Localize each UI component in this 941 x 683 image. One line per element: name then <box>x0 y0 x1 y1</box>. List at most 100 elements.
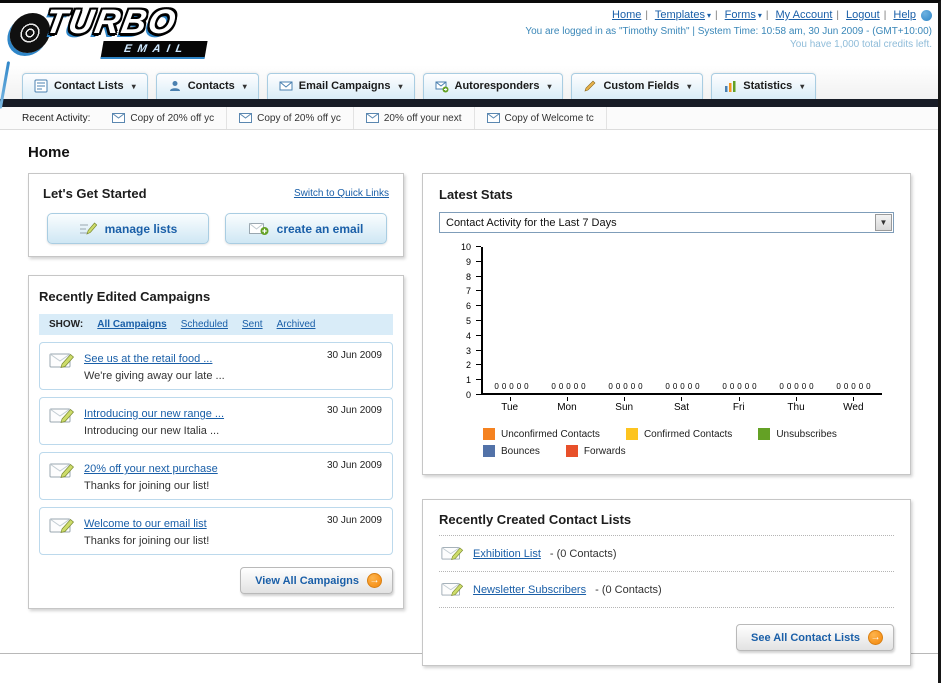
legend-item: Confirmed Contacts <box>625 428 732 440</box>
edit-envelope-icon <box>441 580 464 599</box>
envelope-icon <box>112 113 126 123</box>
separator: | <box>714 10 718 21</box>
chart-y-tick-label: 2 <box>465 360 471 371</box>
chart-bar-value: 0 <box>566 382 571 391</box>
tab-statistics[interactable]: Statistics ▾ <box>711 73 817 99</box>
edit-envelope-icon <box>49 350 75 373</box>
chart-bar-value: 0 <box>615 382 621 391</box>
campaign-date: 30 Jun 2009 <box>326 515 382 526</box>
custom-fields-icon <box>585 80 596 92</box>
legend-swatch-unsubscribes <box>758 428 771 440</box>
chart-y-tick-label: 9 <box>465 256 471 267</box>
tab-custom-fields[interactable]: Custom Fields ▾ <box>571 73 704 99</box>
chart-bar-value: 0 <box>695 382 700 391</box>
chart-y-tick-label: 1 <box>465 375 471 386</box>
main-navigation: Contact Lists ▾ Contacts ▾ Email Campaigns… <box>0 65 938 99</box>
chart-bar-value: 0 <box>801 382 807 391</box>
dropdown-arrow-icon: ▾ <box>242 81 247 91</box>
legend-item: Bounces <box>483 445 540 457</box>
campaign-title-link[interactable]: See us at the retail food ... <box>84 353 212 365</box>
recent-activity-item[interactable]: Copy of Welcome tc <box>475 107 607 129</box>
chart-bar-value: 0 <box>638 382 643 391</box>
activity-item-label: Copy of 20% off yc <box>130 112 215 124</box>
contact-lists-icon <box>34 79 48 93</box>
campaign-title-link[interactable]: 20% off your next purchase <box>84 463 218 475</box>
header-link-forms[interactable]: Forms <box>725 9 756 21</box>
contact-list-row: Newsletter Subscribers - (0 Contacts) <box>439 572 894 608</box>
chart-bar-group: 00000 <box>768 247 825 393</box>
chart-bar-value: 0 <box>722 382 727 391</box>
chart-y-axis: 0 1 2 3 4 5 6 7 8 9 10 <box>439 242 481 400</box>
chart-bar-value: 0 <box>729 382 735 391</box>
filter-all-campaigns[interactable]: All Campaigns <box>97 319 166 330</box>
filter-archived[interactable]: Archived <box>277 319 316 330</box>
create-email-button[interactable]: create an email <box>225 213 387 244</box>
tab-contact-lists[interactable]: Contact Lists ▾ <box>22 73 148 99</box>
contact-list-count: - (0 Contacts) <box>595 583 662 596</box>
dropdown-arrow-icon: ▾ <box>398 81 403 91</box>
header-link-logout[interactable]: Logout <box>846 9 880 21</box>
recent-activity-label: Recent Activity: <box>22 112 91 124</box>
legend-item: Forwards <box>565 445 626 457</box>
header-link-templates[interactable]: Templates <box>655 9 705 21</box>
right-column: Latest Stats Contact Activity for the La… <box>422 173 911 666</box>
select-arrow-icon: ▼ <box>875 214 892 231</box>
tab-label: Contacts <box>187 80 235 92</box>
legend-swatch-forwards <box>565 445 578 457</box>
edit-envelope-icon <box>49 405 75 428</box>
tab-label: Custom Fields <box>603 80 680 92</box>
page-title: Home <box>28 144 70 161</box>
filter-sent[interactable]: Sent <box>242 319 263 330</box>
recent-activity-item[interactable]: Copy of 20% off yc <box>100 107 228 129</box>
chart-bar-value: 0 <box>779 382 784 391</box>
header-link-help[interactable]: Help <box>893 9 916 21</box>
edit-envelope-icon <box>49 515 75 538</box>
header-link-home[interactable]: Home <box>612 9 641 21</box>
chart-bar-group: 00000 <box>711 247 768 393</box>
stats-period-select[interactable]: Contact Activity for the Last 7 Days ▼ <box>439 212 894 233</box>
chart-bar-group: 00000 <box>483 247 540 393</box>
tab-email-campaigns[interactable]: Email Campaigns ▾ <box>266 73 415 99</box>
contact-list-row: Exhibition List - (0 Contacts) <box>439 536 894 572</box>
chart-bar-value: 0 <box>672 382 678 391</box>
see-all-contact-lists-button[interactable]: See All Contact Lists → <box>735 624 894 651</box>
chart-bar-group: 00000 <box>597 247 654 393</box>
filter-scheduled[interactable]: Scheduled <box>181 319 228 330</box>
legend-label: Bounces <box>501 445 540 457</box>
header-link-my-account[interactable]: My Account <box>776 9 833 21</box>
campaign-row: 20% off your next purchase Thanks for jo… <box>39 452 393 500</box>
chart-bar-value: 0 <box>665 382 670 391</box>
campaign-title-link[interactable]: Welcome to our email list <box>84 518 207 530</box>
legend-label: Unconfirmed Contacts <box>501 428 600 440</box>
chart-bar-value: 0 <box>630 382 636 391</box>
nav-divider-bar <box>0 99 938 107</box>
contact-list-link[interactable]: Exhibition List <box>473 548 541 560</box>
tab-label: Autoresponders <box>454 80 540 92</box>
chart-y-tick-label: 3 <box>465 345 471 356</box>
login-info: You are logged in as "Timothy Smith" | S… <box>525 26 932 37</box>
chart-bar-group: 00000 <box>825 247 882 393</box>
campaign-title-link[interactable]: Introducing our new range ... <box>84 408 224 420</box>
chart-bar-value: 0 <box>737 382 742 391</box>
recent-activity-item[interactable]: Copy of 20% off yc <box>227 107 354 129</box>
campaign-subtitle: Introducing our new Italia ... <box>84 425 220 437</box>
view-all-campaigns-button[interactable]: View All Campaigns → <box>240 567 393 594</box>
help-badge-icon[interactable] <box>921 9 932 21</box>
contact-list-count: - (0 Contacts) <box>549 547 617 560</box>
switch-quick-links-link[interactable]: Switch to Quick Links <box>294 188 389 199</box>
chart-bar-value: 0 <box>494 382 499 391</box>
envelope-icon <box>486 113 500 123</box>
tab-autoresponders[interactable]: Autoresponders ▾ <box>422 73 564 99</box>
legend-label: Forwards <box>583 445 626 457</box>
tab-contacts[interactable]: Contacts ▾ <box>155 73 259 99</box>
manage-lists-button[interactable]: manage lists <box>47 213 209 244</box>
chart-x-label: Wed <box>825 397 882 423</box>
chart-bar-value: 0 <box>752 382 757 391</box>
logo-subtitle: EMAIL <box>100 41 208 59</box>
contact-list-link[interactable]: Newsletter Subscribers <box>473 584 586 596</box>
recent-activity-bar: Recent Activity: Copy of 20% off yc Copy… <box>0 107 938 130</box>
chart-bar-value: 0 <box>509 382 514 391</box>
recent-activity-item[interactable]: 20% off your next <box>354 107 475 129</box>
separator: | <box>883 10 887 21</box>
campaigns-title: Recently Edited Campaigns <box>39 289 211 304</box>
